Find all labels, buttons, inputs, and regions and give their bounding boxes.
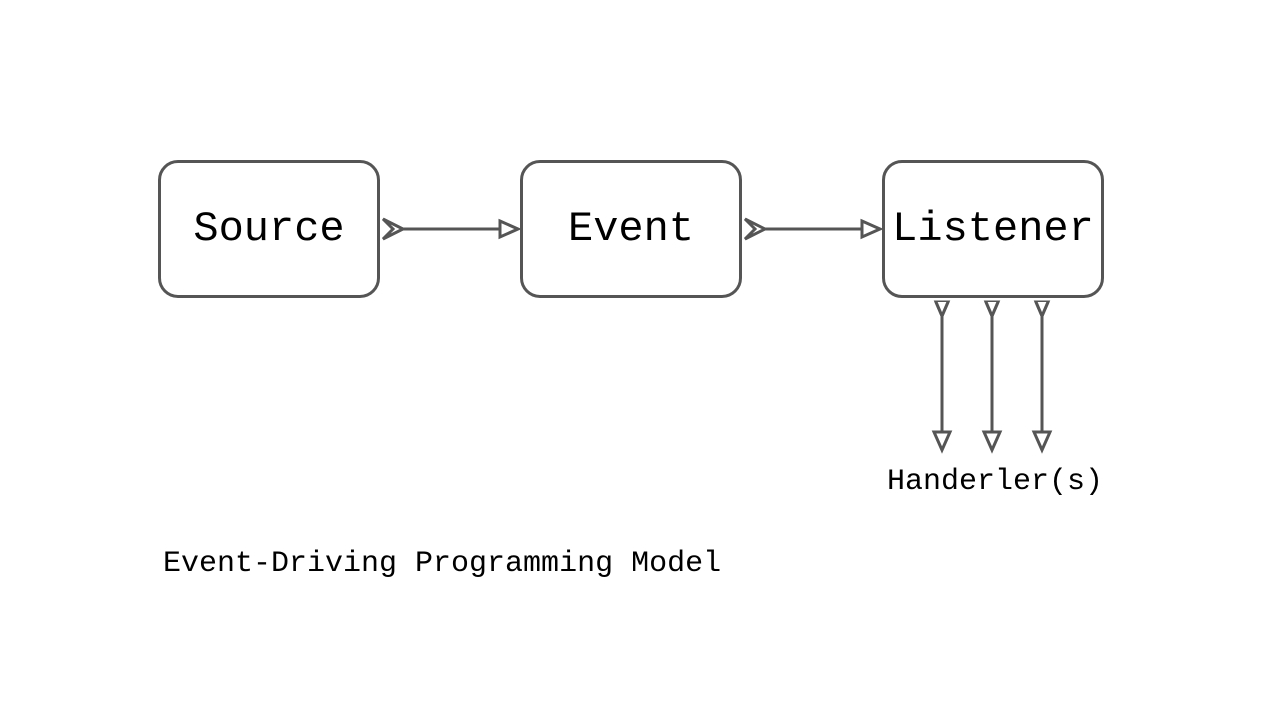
event-box-label: Event <box>568 205 694 253</box>
diagram-caption: Event-Driving Programming Model <box>163 547 721 581</box>
arrow-source-to-event <box>383 219 518 239</box>
arrow-listener-to-handler-2 <box>984 302 1000 450</box>
source-box: Source <box>158 160 380 298</box>
listener-box: Listener <box>882 160 1104 298</box>
arrow-listener-to-handler-1 <box>934 302 950 450</box>
arrow-event-to-listener <box>745 219 880 239</box>
arrows-overlay <box>0 0 1280 720</box>
event-box: Event <box>520 160 742 298</box>
handlers-label: Handerler(s) <box>880 465 1110 499</box>
listener-box-label: Listener <box>892 205 1094 253</box>
source-box-label: Source <box>193 205 344 253</box>
arrow-listener-to-handler-3 <box>1034 302 1050 450</box>
